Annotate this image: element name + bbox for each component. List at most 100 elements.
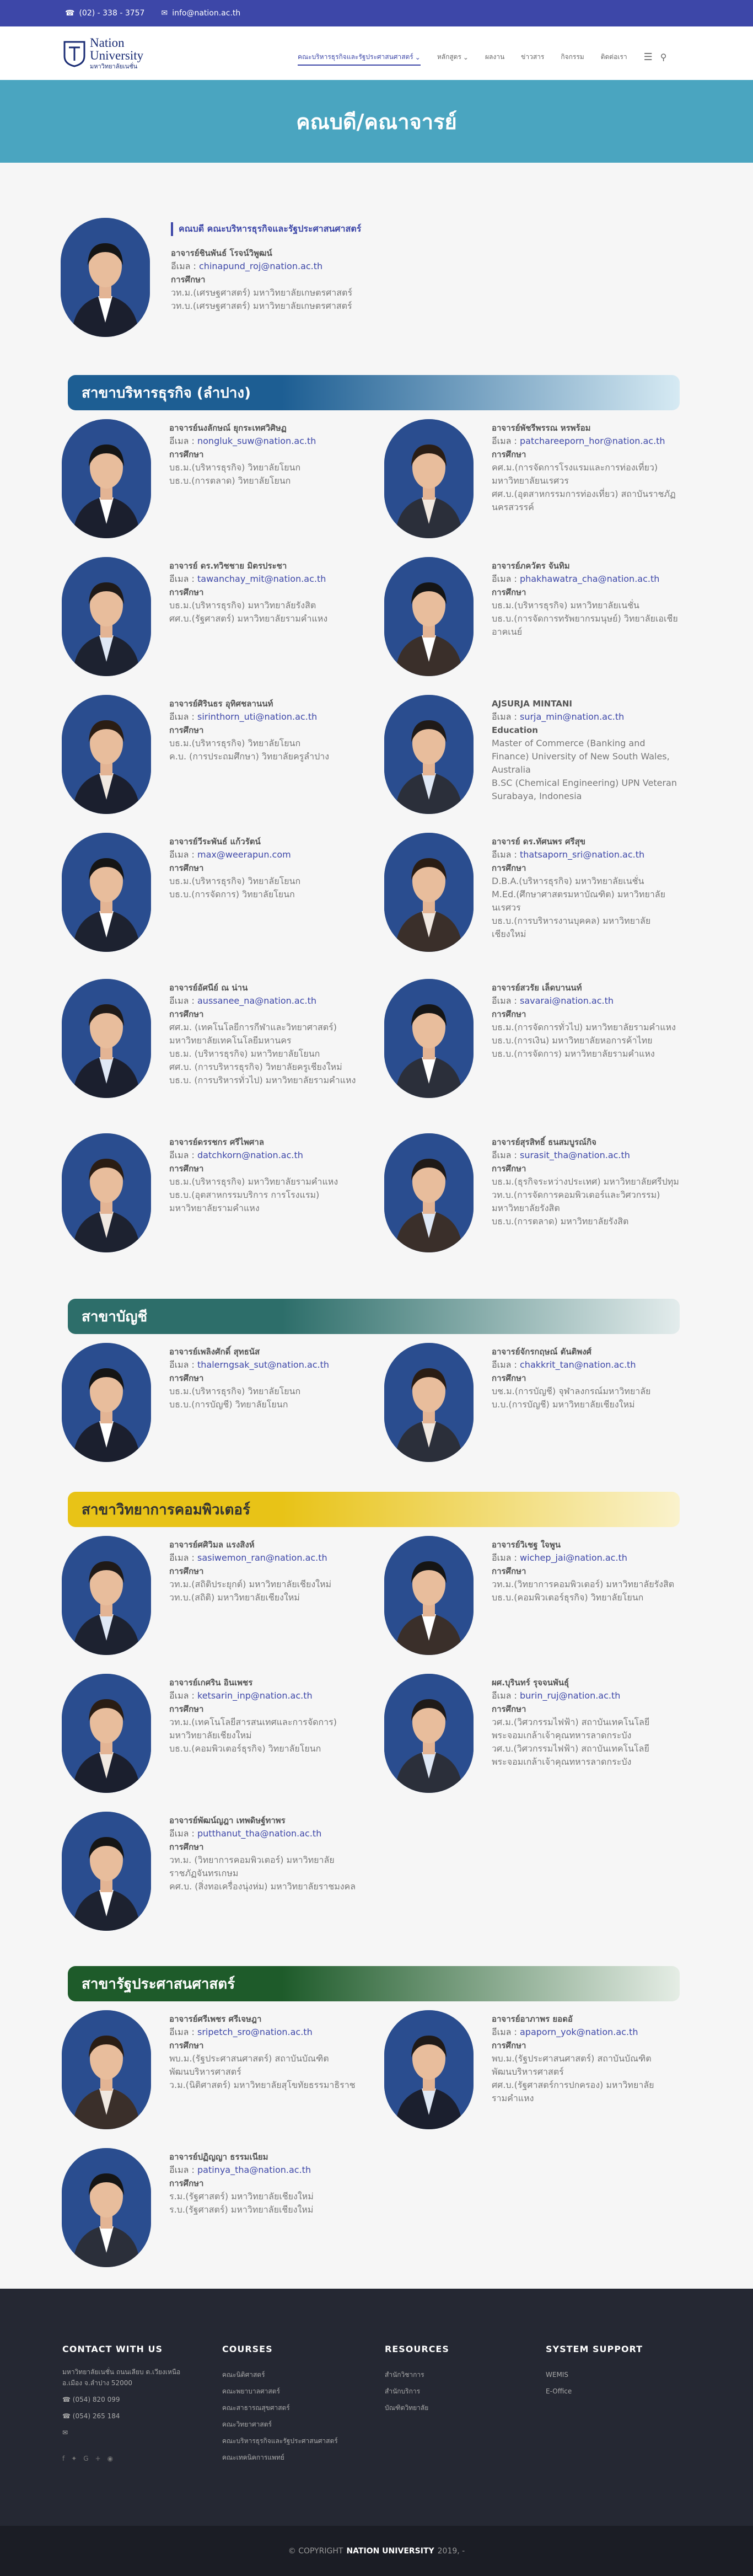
faculty-email[interactable]: aussanee_na@nation.ac.th — [197, 995, 316, 1006]
faculty-email[interactable]: surja_min@nation.ac.th — [520, 711, 624, 722]
education-label: การศึกษา — [492, 449, 526, 459]
phone-icon: ☎ — [65, 9, 75, 18]
footer-support-link[interactable]: WEMIS — [546, 2366, 667, 2383]
faculty-name: อาจารย์ศิรินธร อุทิศชลานนท์ — [169, 699, 273, 709]
faculty-email[interactable]: sripetch_sro@nation.ac.th — [197, 2027, 313, 2037]
footer-course-link[interactable]: คณะวิทยาศาสตร์ — [222, 2416, 365, 2433]
education-item: บธ.ม.(ธุรกิจระหว่างประเทศ) มหาวิทยาลัยศร… — [492, 1176, 679, 1187]
faculty-email[interactable]: phakhawatra_cha@nation.ac.th — [520, 574, 659, 584]
faculty-card: อาจารย์ดรรชกร ศรีไพศาล อีเมล : datchkorn@… — [169, 1136, 357, 1215]
faculty-email[interactable]: apaporn_yok@nation.ac.th — [520, 2027, 638, 2037]
section-heading: สาขาวิทยาการคอมพิวเตอร์ — [68, 1492, 680, 1527]
footer: CONTACT WITH US มหาวิทยาลัยเนชั่น ถนนเลี… — [0, 2289, 753, 2526]
footer-mail-icon[interactable]: ✉ — [62, 2427, 195, 2438]
nav-activities[interactable]: กิจกรรม — [561, 52, 584, 62]
faculty-email[interactable]: burin_ruj@nation.ac.th — [520, 1690, 620, 1701]
section-heading: สาขาบัญชี — [68, 1299, 680, 1334]
education-label: การศึกษา — [169, 863, 204, 873]
faculty-card: อาจารย์พัชรีพรรณ หรพร้อม อีเมล : patchare… — [492, 421, 679, 514]
logo-line1: Nation — [90, 36, 125, 50]
faculty-name: อาจารย์ศศิวิมล แรงสิงห์ — [169, 1540, 255, 1550]
faculty-card: อาจารย์วีระพันธ์ แก้วรัตน์ อีเมล : max@we… — [169, 835, 357, 901]
email-label: อีเมล : — [492, 2027, 517, 2037]
dean-email[interactable]: chinapund_roj@nation.ac.th — [199, 261, 322, 271]
faculty-email[interactable]: sirinthorn_uti@nation.ac.th — [197, 711, 317, 722]
education-item: บธ.ม.(บริหารธุรกิจ) มหาวิทยาลัยรังสิต — [169, 600, 316, 610]
email-label: อีเมล : — [169, 849, 195, 860]
education-item: บธ.ม.(บริหารธุรกิจ) วิทยาลัยโยนก — [169, 1386, 301, 1396]
footer-course-link[interactable]: คณะพยาบาลศาสตร์ — [222, 2383, 365, 2400]
faculty-email[interactable]: patinya_tha@nation.ac.th — [197, 2165, 311, 2175]
faculty-email[interactable]: max@weerapun.com — [197, 849, 291, 860]
education-label: การศึกษา — [492, 587, 526, 597]
education-item: บธ.บ.(การบริหารงานบุคคล) มหาวิทยาลัยเชีย… — [492, 915, 651, 939]
faculty-email[interactable]: wichep_jai@nation.ac.th — [520, 1552, 627, 1563]
faculty-card: อาจารย์นงลักษณ์ ยุกระเทศวิศิษฏ อีเมล : no… — [169, 421, 357, 488]
faculty-name: อาจารย์สวรัย เล็ดบานนท์ — [492, 983, 582, 993]
footer-phone1-text: (054) 820 099 — [72, 2396, 120, 2403]
footer-course-link[interactable]: คณะบริหารธุรกิจและรัฐประศาสนศาสตร์ — [222, 2433, 365, 2449]
education-item: ค.บ. (การประถมศึกษา) วิทยาลัยครูลำปาง — [169, 751, 330, 762]
faculty-email[interactable]: chakkrit_tan@nation.ac.th — [520, 1359, 636, 1370]
faculty-email[interactable]: ketsarin_inp@nation.ac.th — [197, 1690, 313, 1701]
nav-works[interactable]: ผลงาน — [485, 52, 504, 62]
email-label: อีเมล : — [169, 574, 195, 584]
education-item: ร.บ.(รัฐศาสตร์) มหาวิทยาลัยเชียงใหม่ — [169, 2204, 314, 2215]
footer-courses-title: COURSES — [222, 2344, 273, 2354]
logo-line2: University — [90, 49, 144, 62]
education-item: บธ.บ.(การจัดการ) วิทยาลัยโยนก — [169, 889, 295, 899]
footer-resource-link[interactable]: สำนักวิชาการ — [385, 2366, 506, 2383]
faculty-name: อาจารย์จักรกฤษณ์ ตันติพงศ์ — [492, 1347, 592, 1357]
faculty-email[interactable]: nongluk_suw@nation.ac.th — [197, 436, 316, 446]
faculty-email[interactable]: patchareeporn_hor@nation.ac.th — [520, 436, 665, 446]
faculty-email[interactable]: surasit_tha@nation.ac.th — [520, 1150, 630, 1160]
social-icons[interactable]: f✦G+◉ — [62, 2455, 195, 2462]
education-label: การศึกษา — [492, 1373, 526, 1383]
faculty-email[interactable]: sasiwemon_ran@nation.ac.th — [197, 1552, 327, 1563]
avatar — [384, 1536, 474, 1655]
logo-line3: มหาวิทยาลัยเนชั่น — [90, 63, 138, 70]
copyright-prefix: © COPYRIGHT — [288, 2546, 343, 2556]
nav-programs[interactable]: หลักสูตร ⌄ — [437, 52, 469, 62]
dean-edu-1: วท.ม.(เศรษฐศาสตร์) มหาวิทยาลัยเกษตรศาสตร… — [171, 287, 353, 298]
footer-resource-link[interactable]: สำนักบริการ — [385, 2383, 506, 2400]
footer-resource-link[interactable]: บัณฑิตวิทยาลัย — [385, 2400, 506, 2416]
faculty-email[interactable]: putthanut_tha@nation.ac.th — [197, 1828, 321, 1839]
faculty-name: อาจารย์พัฒน์ญฎา เทพดิษฐ์ทาพร — [169, 1815, 286, 1825]
faculty-name: อาจารย์นงลักษณ์ ยุกระเทศวิศิษฏ — [169, 423, 287, 433]
footer-support: SYSTEM SUPPORT WEMIS E-Office — [546, 2344, 667, 2400]
footer-phone1[interactable]: ☎ (054) 820 099 — [62, 2394, 195, 2405]
faculty-email[interactable]: thalerngsak_sut@nation.ac.th — [197, 1359, 329, 1370]
footer-course-link[interactable]: คณะนิติศาสตร์ — [222, 2366, 365, 2383]
education-item: ว.ม.(นิติศาสตร์) มหาวิทยาลัยสุโขทัยธรรมา… — [169, 2080, 356, 2090]
search-icon[interactable]: ⚲ — [660, 52, 667, 62]
faculty-card: อาจารย์ศิรินธร อุทิศชลานนท์ อีเมล : sirin… — [169, 697, 357, 763]
footer-support-link[interactable]: E-Office — [546, 2383, 667, 2400]
dean-card: คณบดี คณะบริหารธุรกิจและรัฐประศาสนศาสตร์… — [61, 218, 419, 337]
education-item: บธ.บ.(การจัดการทรัพยากรมนุษย์) วิทยาลัยเ… — [492, 613, 678, 637]
faculty-email[interactable]: datchkorn@nation.ac.th — [197, 1150, 303, 1160]
avatar — [384, 833, 474, 952]
education-item: B.SC (Chemical Engineering) UPN Veteran … — [492, 778, 677, 801]
faculty-card: อาจารย์ภควัตร จันทิม อีเมล : phakhawatra_… — [492, 559, 679, 639]
nav-news[interactable]: ข่าวสาร — [521, 52, 544, 62]
phone-contact[interactable]: ☎ (02) - 338 - 3757 — [65, 9, 144, 18]
footer-phone2[interactable]: ☎ (054) 265 184 — [62, 2411, 195, 2422]
email-label: อีเมล : — [169, 1552, 195, 1563]
nav-faculty[interactable]: คณะบริหารธุรกิจและรัฐประศาสนศาสตร์ ⌄ — [298, 52, 421, 66]
logo[interactable]: Nation University มหาวิทยาลัยเนชั่น — [62, 36, 143, 70]
education-label: การศึกษา — [492, 1164, 526, 1174]
footer-course-link[interactable]: คณะเทคนิคการแพทย์ — [222, 2449, 365, 2466]
email-text: info@nation.ac.th — [172, 9, 241, 18]
nav-contact[interactable]: ติดต่อเรา — [601, 52, 627, 62]
email-contact[interactable]: ✉ info@nation.ac.th — [161, 9, 240, 18]
education-label: การศึกษา — [169, 1164, 204, 1174]
footer-course-link[interactable]: คณะสาธารณสุขศาสตร์ — [222, 2400, 365, 2416]
faculty-card: อาจารย์สุรสิทธิ์ ธนสมบูรณ์กิจ อีเมล : sur… — [492, 1136, 679, 1228]
main-nav: คณะบริหารธุรกิจและรัฐประศาสนศาสตร์ ⌄ หลัก… — [298, 49, 683, 66]
menu-icon[interactable]: ☰ — [644, 51, 653, 63]
faculty-email[interactable]: thatsaporn_sri@nation.ac.th — [520, 849, 644, 860]
faculty-email[interactable]: tawanchay_mit@nation.ac.th — [197, 574, 326, 584]
copyright-brand[interactable]: NATION UNIVERSITY — [346, 2547, 434, 2556]
faculty-email[interactable]: savarai@nation.ac.th — [520, 995, 614, 1006]
